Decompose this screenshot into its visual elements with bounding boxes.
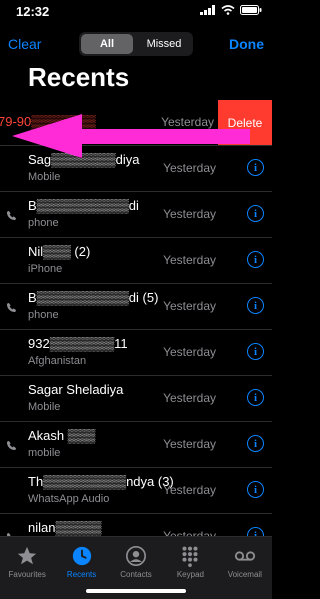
- recents-list: 79-90▒▒▒▒▒▒▒ Yesterday i Delete Sag▒▒▒▒▒…: [0, 100, 272, 560]
- info-icon[interactable]: i: [247, 343, 264, 360]
- info-icon[interactable]: i: [247, 297, 264, 314]
- wifi-icon: [221, 5, 235, 15]
- segment-missed[interactable]: Missed: [137, 34, 191, 54]
- status-bar: 12:32: [0, 0, 272, 22]
- tab-label: Contacts: [120, 570, 152, 579]
- swiped-call-row[interactable]: 79-90▒▒▒▒▒▒▒ Yesterday i Delete: [0, 100, 272, 146]
- signal-icon: [200, 5, 215, 15]
- outgoing-call-icon: [6, 440, 17, 451]
- call-row[interactable]: Nil▒▒▒ (2) iPhone Yesterday i: [0, 238, 272, 284]
- call-subtitle: WhatsApp Audio: [28, 493, 110, 505]
- call-time: Yesterday: [163, 299, 216, 313]
- call-time: Yesterday: [163, 391, 216, 405]
- person-icon: [126, 546, 147, 566]
- call-time: Yesterday: [161, 115, 214, 129]
- home-indicator: [86, 589, 186, 593]
- nav-bar: Clear All Missed Done: [0, 30, 272, 58]
- delete-button[interactable]: Delete: [218, 100, 272, 145]
- keypad-icon: [182, 546, 198, 567]
- info-icon[interactable]: i: [247, 251, 264, 268]
- call-subtitle: Mobile: [28, 401, 61, 413]
- battery-icon: [240, 5, 262, 15]
- tab-label: Favourites: [8, 570, 46, 579]
- call-name: Nil▒▒▒ (2): [28, 244, 91, 259]
- tab-label: Keypad: [176, 570, 204, 579]
- tab-voicemail[interactable]: Voicemail: [218, 537, 272, 599]
- call-subtitle: iPhone: [28, 263, 63, 275]
- outgoing-call-icon: [6, 302, 17, 313]
- clock-icon: [72, 546, 91, 566]
- call-subtitle: Mobile: [28, 171, 61, 183]
- call-time: Yesterday: [163, 207, 216, 221]
- call-name: Sagar Sheladiya: [28, 382, 124, 397]
- status-time: 12:32: [16, 4, 50, 19]
- done-button[interactable]: Done: [229, 36, 264, 52]
- call-subtitle: phone: [28, 217, 59, 229]
- info-icon[interactable]: i: [247, 481, 264, 498]
- call-time: Yesterday: [163, 483, 216, 497]
- call-row[interactable]: Sag▒▒▒▒▒▒▒diya Mobile Yesterday i: [0, 146, 272, 192]
- call-time: Yesterday: [163, 345, 216, 359]
- clear-button[interactable]: Clear: [8, 36, 41, 52]
- call-row[interactable]: Sagar Sheladiya Mobile Yesterday i: [0, 376, 272, 422]
- tab-label: Voicemail: [227, 570, 262, 579]
- tab-label: Recents: [66, 570, 97, 579]
- call-subtitle: phone: [28, 309, 59, 321]
- call-name: 79-90▒▒▒▒▒▒▒: [0, 114, 96, 129]
- status-icons: [200, 5, 262, 15]
- tab-favourites[interactable]: Favourites: [0, 537, 54, 599]
- call-row[interactable]: Th▒▒▒▒▒▒▒▒▒ndya (3) WhatsApp Audio Yeste…: [0, 468, 272, 514]
- voicemail-icon: [234, 551, 255, 561]
- info-icon[interactable]: i: [247, 159, 264, 176]
- info-icon[interactable]: i: [247, 389, 264, 406]
- call-subtitle: Afghanistan: [28, 355, 87, 367]
- call-row[interactable]: 932▒▒▒▒▒▒▒11 Afghanistan Yesterday i: [0, 330, 272, 376]
- filter-segmented-control: All Missed: [79, 32, 193, 56]
- call-name: B▒▒▒▒▒▒▒▒▒▒di (5): [28, 290, 159, 305]
- call-name: B▒▒▒▒▒▒▒▒▒▒di: [28, 198, 139, 213]
- call-time: Yesterday: [163, 161, 216, 175]
- info-icon[interactable]: i: [247, 205, 264, 222]
- call-row[interactable]: B▒▒▒▒▒▒▒▒▒▒di (5) phone Yesterday i: [0, 284, 272, 330]
- call-name: Akash ▒▒▒: [28, 428, 96, 443]
- outgoing-call-icon: [6, 210, 17, 221]
- call-name: 932▒▒▒▒▒▒▒11: [28, 336, 128, 351]
- page-title: Recents: [28, 62, 130, 92]
- info-icon[interactable]: i: [247, 435, 264, 452]
- call-subtitle: mobile: [28, 447, 61, 459]
- call-row[interactable]: B▒▒▒▒▒▒▒▒▒▒di phone Yesterday i: [0, 192, 272, 238]
- call-name: nilan▒▒▒▒▒: [28, 520, 102, 535]
- star-icon: [18, 546, 37, 565]
- call-time: Yesterday: [163, 437, 216, 451]
- call-name: Th▒▒▒▒▒▒▒▒▒ndya (3): [28, 474, 174, 489]
- call-name: Sag▒▒▒▒▒▒▒diya: [28, 152, 140, 167]
- segment-all[interactable]: All: [81, 34, 133, 54]
- call-time: Yesterday: [163, 253, 216, 267]
- call-row[interactable]: Akash ▒▒▒ mobile Yesterday i: [0, 422, 272, 468]
